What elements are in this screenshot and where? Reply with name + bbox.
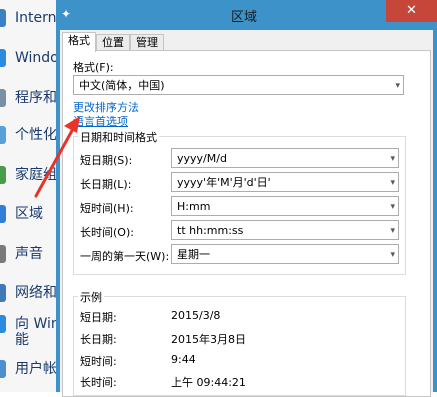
tab-label: 格式 (68, 34, 90, 47)
tab-format[interactable]: 格式 (62, 32, 96, 52)
annotation-arrow (34, 116, 80, 198)
